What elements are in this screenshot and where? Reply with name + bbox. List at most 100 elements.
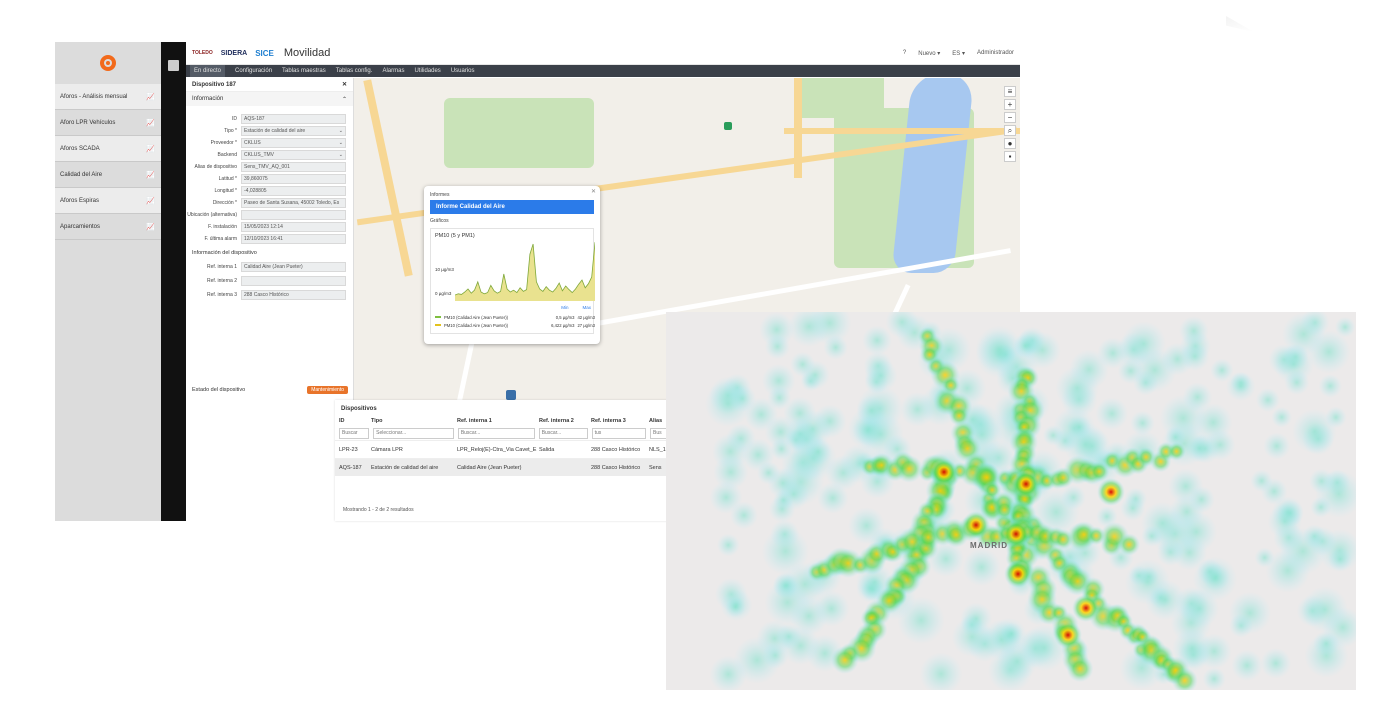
- chevron-down-icon: ⌄: [338, 128, 343, 134]
- report-popup: ✕ Informes Informe Calidad del Aire Gráf…: [424, 186, 600, 344]
- device-field-row: ID AQS-187: [186, 114, 353, 124]
- table-cell: AQS-187: [339, 464, 362, 471]
- grafana-menu-item[interactable]: Calidad del Aire 📈: [55, 162, 161, 188]
- field-input[interactable]: [241, 210, 346, 220]
- park-area: [444, 98, 594, 168]
- field-value: Sens_TMV_AQ_001: [244, 164, 290, 170]
- column-header[interactable]: Tipo: [371, 418, 457, 424]
- field-value: 15/05/2023 12:14: [244, 224, 283, 230]
- column-header[interactable]: ID: [339, 418, 371, 424]
- nav-tab[interactable]: Alarmas: [382, 68, 404, 74]
- popup-section-label: Informes: [430, 192, 450, 198]
- heat-blob: [790, 351, 816, 377]
- grafana-menu-item[interactable]: Aforos Espiras 📈: [55, 188, 161, 214]
- column-header[interactable]: Ref. interna 3: [591, 418, 649, 424]
- device-marker[interactable]: [506, 390, 516, 400]
- panel-icon[interactable]: [168, 60, 179, 71]
- help-button[interactable]: ?: [903, 50, 906, 57]
- theme-selector[interactable]: Nuevo ▾: [918, 50, 940, 57]
- air-quality-report-button[interactable]: Informe Calidad del Aire: [430, 200, 594, 214]
- column-header[interactable]: Ref. interna 2: [539, 418, 591, 424]
- legend-entry[interactable]: PM10 (Calidad Aire (Jean Pueter)) 6,422 µ…: [435, 321, 595, 329]
- search-icon[interactable]: ⌕: [1004, 125, 1016, 136]
- road: [784, 128, 1020, 134]
- heat-blob: [1254, 547, 1275, 568]
- close-icon[interactable]: ✕: [591, 188, 596, 195]
- column-filter-input[interactable]: Buscar...: [538, 427, 588, 439]
- heat-blob: [1325, 406, 1347, 429]
- status-badge[interactable]: Mantenimiento: [307, 386, 348, 394]
- heat-blob: [1228, 591, 1272, 635]
- heat-blob: [1273, 344, 1314, 385]
- fullscreen-icon[interactable]: ▪: [1004, 151, 1016, 162]
- field-value: Paseo de Santa Susana, 45002 Toledo, Es: [244, 200, 340, 206]
- language-selector[interactable]: ES ▾: [952, 50, 965, 57]
- heatmap-canvas: [704, 312, 1356, 690]
- sice-logo: SICE: [255, 48, 274, 58]
- nav-tab[interactable]: Tablas maestras: [282, 68, 326, 74]
- menu-item-label: Calidad del Aire: [60, 171, 103, 178]
- device-status-row[interactable]: Estado del dispositivo Mantenimiento: [186, 383, 354, 397]
- field-input[interactable]: Sens_TMV_AQ_001: [241, 162, 346, 172]
- heat-blob: [775, 623, 802, 650]
- camera-marker[interactable]: [724, 122, 732, 130]
- column-header[interactable]: Ref. interna 1: [457, 418, 539, 424]
- locate-icon[interactable]: ●: [1004, 138, 1016, 149]
- corner-decoration: [1226, 16, 1254, 32]
- field-input[interactable]: Paseo de Santa Susana, 45002 Toledo, Es: [241, 198, 346, 208]
- heat-blob: [1072, 594, 1100, 622]
- field-label: ID: [232, 115, 237, 122]
- field-input[interactable]: CKLUS_TMV ⌄: [241, 150, 346, 160]
- field-value: CKLUS: [244, 140, 261, 146]
- nav-tab[interactable]: En directo: [190, 65, 226, 77]
- table-footer: Mostrando 1 - 2 de 2 resultados: [343, 507, 414, 513]
- field-input[interactable]: AQS-187: [241, 114, 346, 124]
- traffic-heatmap[interactable]: MADRID: [666, 312, 1356, 690]
- field-input[interactable]: Estación de calidad del aire ⌄: [241, 126, 346, 136]
- field-input[interactable]: CKLUS ⌄: [241, 138, 346, 148]
- y-label-top: 10 µg/m3: [435, 267, 454, 272]
- zoom-out-button[interactable]: −: [1004, 112, 1016, 123]
- grafana-menu-item[interactable]: Aforo LPR Vehículos 📈: [55, 110, 161, 136]
- legend-entry[interactable]: PM10 (Calidad Aire (Jean Pueter)) 0,5 µg/…: [435, 313, 595, 321]
- nav-tab[interactable]: Tablas config.: [336, 68, 373, 74]
- grafana-menu-item[interactable]: Aforos SCADA 📈: [55, 136, 161, 162]
- nav-tab[interactable]: Utilidades: [414, 68, 440, 74]
- field-value: AQS-187: [244, 116, 265, 122]
- table-row[interactable]: AQS-187 Estación de calidad del aire Calid…: [335, 458, 673, 476]
- nav-tab[interactable]: Usuarios: [451, 68, 475, 74]
- column-filter-input[interactable]: Seleccionar...: [373, 427, 454, 439]
- grafana-logo[interactable]: [55, 42, 161, 84]
- field-label: Proveedor *: [210, 139, 237, 146]
- device-field-row: Dirección * Paseo de Santa Susana, 45002 …: [186, 198, 353, 208]
- field-input[interactable]: 12/10/2023 16:41: [241, 234, 346, 244]
- heat-blob: [793, 409, 832, 448]
- field-label: F. última alarm: [204, 235, 237, 242]
- grafana-menu-item[interactable]: Aparcamientos 📈: [55, 214, 161, 240]
- heat-blob: [1188, 486, 1215, 513]
- field-input[interactable]: Calidad Aire (Jean Pueter): [241, 262, 346, 272]
- user-menu[interactable]: Administrador: [977, 50, 1014, 57]
- heat-blob: [856, 395, 887, 426]
- zoom-in-button[interactable]: +: [1004, 99, 1016, 110]
- field-input[interactable]: -4,028805: [241, 186, 346, 196]
- column-filter-input[interactable]: Buscar...: [457, 427, 535, 439]
- info-section-header[interactable]: Información ⌃: [186, 92, 353, 106]
- layers-icon[interactable]: ≡: [1004, 86, 1016, 97]
- close-icon[interactable]: ✕: [342, 81, 347, 88]
- field-input[interactable]: 39,860075: [241, 174, 346, 184]
- field-label: Latitud *: [218, 175, 237, 182]
- heat-blob: [817, 482, 849, 514]
- column-filter-input[interactable]: Buscar: [339, 427, 370, 439]
- grafana-menu-item[interactable]: Aforos - Análisis mensual 📈: [55, 84, 161, 110]
- device-panel-header: Dispositivo 187 ✕: [186, 78, 353, 92]
- heat-blob: [1167, 441, 1186, 461]
- field-input[interactable]: 288 Casco Histórico: [241, 290, 346, 300]
- column-filter-input[interactable]: tus: [591, 427, 647, 439]
- heat-blob: [919, 652, 963, 690]
- field-input[interactable]: [241, 276, 346, 286]
- nav-tab[interactable]: Configuración: [235, 68, 272, 74]
- table-row[interactable]: LPR-23 Cámara LPR LPR_Reloj(E)-Ctra_Via Ca…: [335, 440, 673, 458]
- field-input[interactable]: 15/05/2023 12:14: [241, 222, 346, 232]
- field-label: Longitud *: [214, 187, 237, 194]
